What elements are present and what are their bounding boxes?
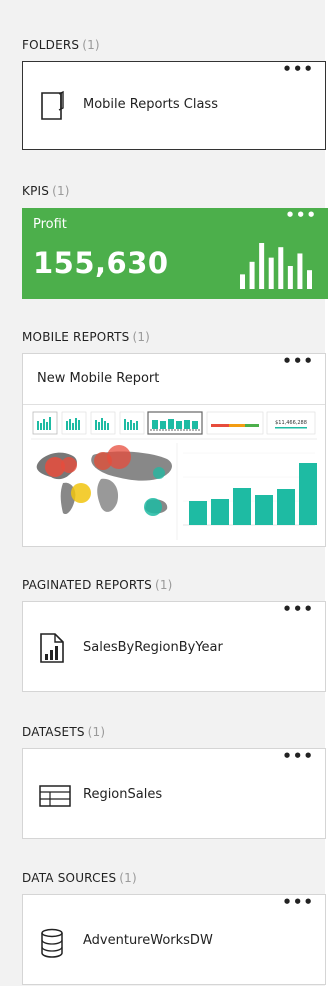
mini-kpi-value: $11,466,288 — [275, 420, 307, 426]
section-count: (1) — [87, 725, 106, 739]
data-source-name: AdventureWorksDW — [83, 933, 213, 948]
mobile-report-thumbnail: $11,466,288 — [31, 409, 317, 540]
chart-bar — [233, 488, 251, 525]
mini-gauge-green — [245, 424, 259, 427]
chart-bar — [255, 495, 273, 525]
kpi-trend-bar — [297, 253, 303, 289]
section-title: DATASETS — [22, 725, 85, 739]
kpi-value: 155,630 — [33, 246, 169, 280]
folder-icon — [39, 90, 67, 126]
paginated-report-card[interactable]: ••• SalesByRegionByYear — [22, 601, 326, 692]
mini-bar — [133, 423, 135, 430]
mini-bar — [72, 423, 74, 430]
map-bubble-red-2 — [61, 457, 77, 473]
section-title: FOLDERS — [22, 38, 80, 52]
data-sources-header: DATA SOURCES (1) — [22, 871, 137, 885]
map-bubble-teal — [144, 498, 162, 516]
mini-bar — [46, 422, 48, 430]
mini-bar — [37, 421, 39, 430]
folder-name: Mobile Reports Class — [83, 97, 218, 112]
mini-bar — [101, 418, 103, 430]
map-bubble-red-4 — [107, 445, 131, 469]
more-options-button[interactable]: ••• — [282, 354, 314, 369]
more-options-button[interactable]: ••• — [282, 749, 314, 764]
mini-bar — [43, 419, 45, 430]
folder-card[interactable]: ••• Mobile Reports Class — [22, 61, 326, 150]
mini-bar — [66, 421, 68, 430]
datasets-header: DATASETS (1) — [22, 725, 105, 739]
section-count: (1) — [132, 330, 151, 344]
section-count: (1) — [119, 871, 137, 885]
mini-bar — [78, 420, 80, 430]
kpi-name: Profit — [33, 217, 67, 232]
chart-bar — [211, 499, 229, 525]
mini-bar — [184, 420, 190, 429]
kpi-trend-bar — [249, 261, 255, 289]
chart-bar — [277, 489, 295, 525]
dataset-card[interactable]: ••• RegionSales — [22, 748, 326, 839]
mini-bar — [49, 417, 51, 430]
section-count: (1) — [52, 184, 70, 198]
mini-bar — [107, 423, 109, 430]
section-title: DATA SOURCES — [22, 871, 117, 885]
more-options-button[interactable]: ••• — [282, 602, 314, 617]
kpi-trend-bar — [307, 270, 312, 289]
data-source-card[interactable]: ••• AdventureWorksDW — [22, 894, 326, 985]
paginated-reports-header: PAGINATED REPORTS (1) — [22, 578, 173, 592]
kpi-trend-bar — [287, 266, 293, 289]
chart-bar — [189, 501, 207, 525]
mobile-report-name: New Mobile Report — [37, 371, 160, 386]
mini-bar — [168, 419, 174, 429]
kpi-trend-bar — [268, 257, 274, 289]
mini-bar — [192, 421, 198, 429]
chart-bar — [299, 463, 317, 525]
mini-bar — [152, 420, 158, 429]
more-options-button[interactable]: ••• — [285, 208, 317, 223]
divider — [23, 404, 325, 405]
mobile-report-card[interactable]: ••• New Mobile Report $11,466,288 — [22, 353, 326, 547]
mini-bar — [75, 418, 77, 430]
mini-bar — [130, 420, 132, 430]
section-title: PAGINATED REPORTS — [22, 578, 152, 592]
mini-bar — [176, 421, 182, 429]
section-title: MOBILE REPORTS — [22, 330, 130, 344]
mini-bar — [160, 421, 166, 429]
kpis-header: KPIS (1) — [22, 184, 70, 198]
dataset-name: RegionSales — [83, 787, 163, 802]
mini-bar — [98, 422, 100, 430]
mini-bar — [127, 422, 129, 430]
map-bubble-teal-2 — [153, 467, 165, 479]
folders-header: FOLDERS (1) — [22, 38, 100, 52]
dataset-table-icon — [39, 785, 71, 811]
kpi-trend-bar — [240, 274, 245, 289]
mini-kpi-underline — [275, 427, 307, 429]
paginated-report-icon — [39, 632, 65, 668]
more-options-button[interactable]: ••• — [282, 895, 314, 910]
kpi-trend-bar — [278, 247, 284, 289]
mini-bar — [95, 420, 97, 430]
map-bubble-yellow — [71, 483, 91, 503]
mini-gauge-red — [211, 424, 229, 427]
more-options-button[interactable]: ••• — [282, 62, 314, 77]
mini-bar — [124, 419, 126, 430]
kpi-trend-chart — [240, 243, 312, 289]
mini-gauge-amber — [229, 424, 245, 427]
paginated-report-name: SalesByRegionByYear — [83, 640, 223, 655]
mobile-reports-header: MOBILE REPORTS (1) — [22, 330, 150, 344]
section-count: (1) — [82, 38, 100, 52]
mini-bar — [69, 419, 71, 430]
section-title: KPIS — [22, 184, 50, 198]
mini-bar — [40, 423, 42, 430]
mini-bar — [104, 421, 106, 430]
kpi-tile[interactable]: ••• Profit 155,630 — [22, 208, 328, 299]
kpi-trend-bar — [259, 243, 265, 289]
section-count: (1) — [154, 578, 173, 592]
mini-bar — [136, 421, 138, 430]
database-icon — [39, 928, 65, 962]
